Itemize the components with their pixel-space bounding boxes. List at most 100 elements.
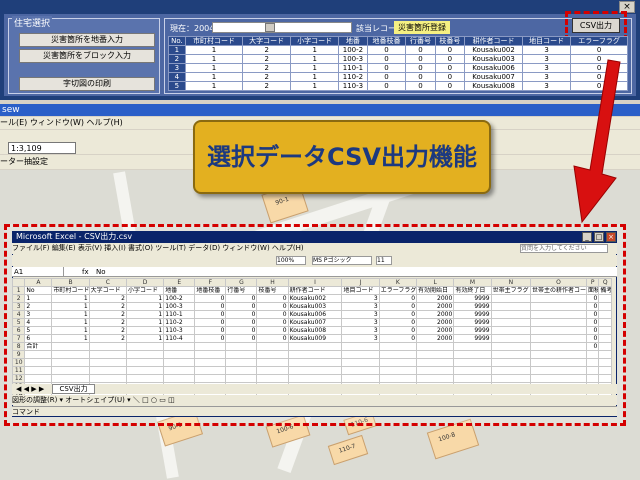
name-box[interactable]: A1: [14, 267, 64, 277]
table-cell[interactable]: [530, 350, 587, 359]
table-cell[interactable]: [125, 366, 165, 375]
table-cell[interactable]: [453, 358, 492, 367]
table-cell[interactable]: 0: [256, 294, 289, 303]
table-cell[interactable]: 0: [194, 318, 227, 327]
table-row[interactable]: 5 4 1 2 1 110-2 0 0 0 Kousaku007 3 0 2000 9999 0: [11, 318, 612, 327]
table-cell[interactable]: [585, 350, 600, 359]
table-cell[interactable]: 3: [341, 334, 380, 343]
table-row[interactable]: 11: [11, 366, 612, 375]
table-cell[interactable]: [88, 342, 127, 351]
row-header[interactable]: 7: [11, 334, 26, 343]
table-cell[interactable]: 2000: [416, 302, 455, 311]
table-cell[interactable]: [490, 294, 532, 303]
row-header[interactable]: 4: [11, 310, 26, 319]
table-cell[interactable]: No: [24, 286, 53, 295]
table-cell[interactable]: 9999: [453, 310, 492, 319]
table-cell[interactable]: 3: [24, 310, 53, 319]
table-cell[interactable]: [490, 302, 532, 311]
table-cell[interactable]: [163, 342, 196, 351]
column-letter[interactable]: A: [24, 278, 53, 287]
table-cell[interactable]: 0: [256, 310, 289, 319]
table-cell[interactable]: 0: [256, 302, 289, 311]
column-letter[interactable]: [11, 278, 26, 287]
table-cell[interactable]: [225, 350, 258, 359]
table-cell[interactable]: [125, 342, 165, 351]
table-cell[interactable]: [341, 358, 380, 367]
table-cell[interactable]: 3: [341, 326, 380, 335]
table-cell[interactable]: 3: [341, 310, 380, 319]
table-cell[interactable]: 110-2: [163, 318, 196, 327]
table-cell[interactable]: [490, 350, 532, 359]
table-cell[interactable]: 2000: [416, 334, 455, 343]
table-cell[interactable]: [88, 366, 127, 375]
table-cell[interactable]: [585, 366, 600, 375]
table-cell[interactable]: 0: [585, 302, 600, 311]
table-cell[interactable]: [490, 310, 532, 319]
table-row[interactable]: 12: [11, 374, 612, 383]
row-header[interactable]: 2: [11, 294, 26, 303]
table-cell[interactable]: 0: [256, 326, 289, 335]
table-cell[interactable]: Kousaku009: [287, 334, 343, 343]
table-cell[interactable]: [163, 350, 196, 359]
table-cell[interactable]: [256, 374, 289, 383]
column-letter[interactable]: O: [530, 278, 587, 287]
table-cell[interactable]: 9999: [453, 302, 492, 311]
sheet-tab[interactable]: CSV出力: [52, 384, 95, 394]
parcel[interactable]: 110-7: [327, 434, 369, 466]
table-cell[interactable]: Kousaku003: [287, 302, 343, 311]
table-cell[interactable]: 0: [194, 294, 227, 303]
table-cell[interactable]: [598, 294, 612, 303]
table-cell[interactable]: 1: [125, 326, 165, 335]
table-cell[interactable]: [416, 358, 455, 367]
lot-input-button[interactable]: 災害箇所を地番入力: [19, 33, 155, 47]
table-cell[interactable]: [341, 374, 380, 383]
font-size-select[interactable]: 11: [376, 256, 392, 265]
table-cell[interactable]: 2: [88, 294, 127, 303]
table-cell[interactable]: [125, 374, 165, 383]
table-cell[interactable]: 1: [51, 310, 90, 319]
table-cell[interactable]: [225, 358, 258, 367]
table-cell[interactable]: [598, 310, 612, 319]
table-cell[interactable]: [287, 342, 343, 351]
table-cell[interactable]: [125, 350, 165, 359]
row-header[interactable]: 3: [11, 302, 26, 311]
table-cell[interactable]: 0: [378, 334, 418, 343]
table-cell[interactable]: [88, 358, 127, 367]
table-row[interactable]: 2 1 1 2 1 100-2 0 0 0 Kousaku002 3 0 2000 9999 0: [11, 294, 612, 303]
table-cell[interactable]: 9999: [453, 326, 492, 335]
table-cell[interactable]: [598, 374, 612, 383]
table-cell[interactable]: 0: [378, 326, 418, 335]
table-cell[interactable]: 9999: [453, 318, 492, 327]
column-letter[interactable]: K: [378, 278, 418, 287]
table-cell[interactable]: [530, 318, 587, 327]
table-cell[interactable]: 6: [24, 334, 53, 343]
table-cell[interactable]: 3: [341, 302, 380, 311]
table-cell[interactable]: [287, 366, 343, 375]
table-cell[interactable]: 110-1: [163, 310, 196, 319]
table-cell[interactable]: [194, 358, 227, 367]
table-cell[interactable]: 1: [51, 326, 90, 335]
table-cell[interactable]: [163, 366, 196, 375]
table-cell[interactable]: [125, 358, 165, 367]
table-cell[interactable]: 0: [585, 310, 600, 319]
table-cell[interactable]: [453, 366, 492, 375]
table-cell[interactable]: 1: [125, 294, 165, 303]
table-cell[interactable]: [490, 342, 532, 351]
table-cell[interactable]: [51, 342, 90, 351]
table-cell[interactable]: [530, 334, 587, 343]
table-cell[interactable]: 1: [51, 334, 90, 343]
table-cell[interactable]: 0: [378, 294, 418, 303]
table-cell[interactable]: 面積: [585, 286, 600, 295]
table-cell[interactable]: 世帯主の耕作者コード: [530, 286, 587, 295]
table-cell[interactable]: 1: [125, 318, 165, 327]
table-cell[interactable]: [163, 358, 196, 367]
table-cell[interactable]: [51, 358, 90, 367]
row-header[interactable]: 5: [11, 318, 26, 327]
table-cell[interactable]: [490, 326, 532, 335]
table-cell[interactable]: 2000: [416, 326, 455, 335]
table-cell[interactable]: 1: [51, 294, 90, 303]
table-cell[interactable]: 2000: [416, 310, 455, 319]
table-cell[interactable]: 地目コード: [341, 286, 380, 295]
table-cell[interactable]: [51, 366, 90, 375]
column-letter[interactable]: P: [585, 278, 600, 287]
